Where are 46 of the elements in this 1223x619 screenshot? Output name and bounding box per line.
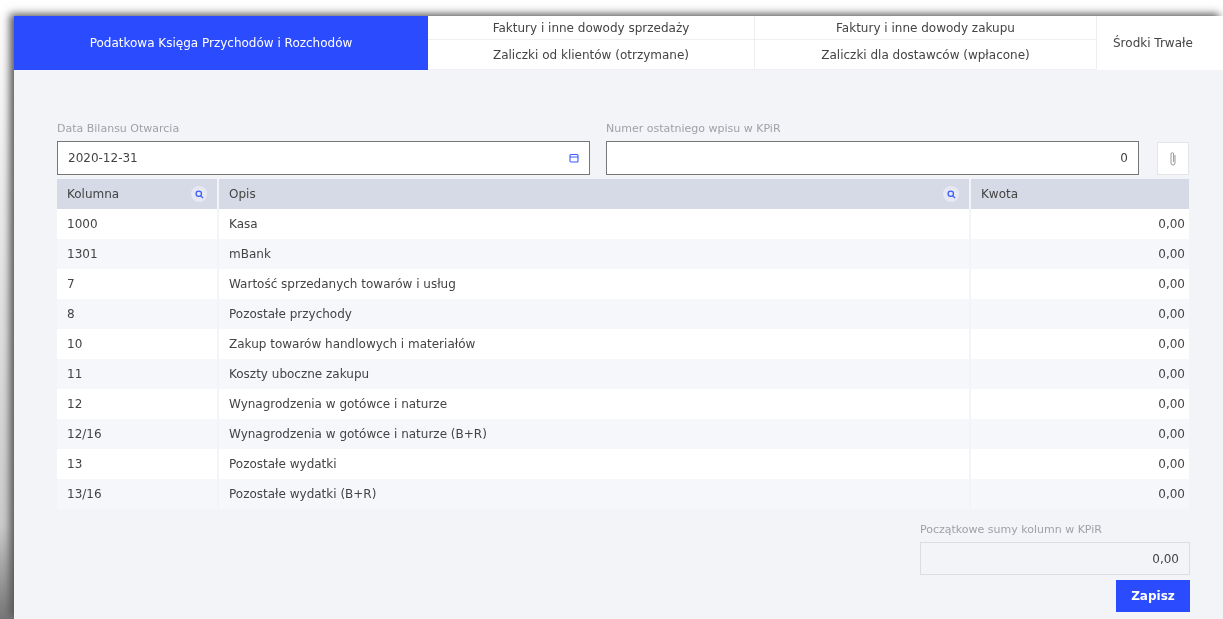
table-cell: 1301 <box>57 239 218 269</box>
search-icon[interactable] <box>191 186 207 202</box>
table-cell: 13 <box>57 449 218 479</box>
totals-field[interactable]: 0,00 <box>920 542 1190 575</box>
calendar-icon[interactable] <box>569 153 579 163</box>
field-label: Data Bilansu Otwarcia <box>57 122 181 135</box>
number-field[interactable]: 0 <box>606 141 1139 175</box>
table-cell: 10 <box>57 329 218 359</box>
table-cell: 0,00 <box>970 299 1189 329</box>
table-cell: Koszty uboczne zakupu <box>218 359 970 389</box>
field-label: Początkowe sumy kolumn w KPiR <box>920 523 1103 536</box>
date-field[interactable]: 2020-12-31 <box>57 141 590 175</box>
tab[interactable]: Podatkowa Księga Przychodów i Rozchodów <box>14 16 428 70</box>
tab[interactable]: Faktury i inne dowody zakupu <box>755 16 1097 40</box>
table-cell: 0,00 <box>970 449 1189 479</box>
table-cell: 7 <box>57 269 218 299</box>
table-cell: 0,00 <box>970 209 1189 239</box>
table-cell: Wynagrodzenia w gotówce i naturze <box>218 389 970 419</box>
table-cell: Zakup towarów handlowych i materiałów <box>218 329 970 359</box>
paperclip-icon <box>1169 150 1177 167</box>
table-cell: Pozostałe przychody <box>218 299 970 329</box>
table-cell: 12 <box>57 389 218 419</box>
table-cell: 0,00 <box>970 239 1189 269</box>
tab[interactable]: Faktury i inne dowody sprzedaży <box>428 16 755 40</box>
table-cell: 0,00 <box>970 359 1189 389</box>
table-cell: 12/16 <box>57 419 218 449</box>
tab[interactable]: Zaliczki dla dostawców (wpłacone) <box>755 40 1097 70</box>
column-header: Opis <box>229 187 256 201</box>
table-cell: Wynagrodzenia w gotówce i naturze (B+R) <box>218 419 970 449</box>
table-cell: Pozostałe wydatki <box>218 449 970 479</box>
save-button[interactable]: Zapisz <box>1116 580 1190 612</box>
column-header: Kolumna <box>67 187 120 201</box>
table-cell: 0,00 <box>970 329 1189 359</box>
table-cell: mBank <box>218 239 970 269</box>
table-cell: 0,00 <box>970 389 1189 419</box>
field-label: Numer ostatniego wpisu w KPiR <box>606 122 782 135</box>
column-header: Kwota <box>981 187 1019 201</box>
table-cell: Wartość sprzedanych towarów i usług <box>218 269 970 299</box>
table-cell: 11 <box>57 359 218 389</box>
table-cell: Kasa <box>218 209 970 239</box>
table-cell: 0,00 <box>970 269 1189 299</box>
table-cell: 1000 <box>57 209 218 239</box>
tab[interactable]: Zaliczki od klientów (otrzymane) <box>428 40 755 70</box>
table-cell: 0,00 <box>970 419 1189 449</box>
table-cell: 8 <box>57 299 218 329</box>
search-icon[interactable] <box>943 186 959 202</box>
